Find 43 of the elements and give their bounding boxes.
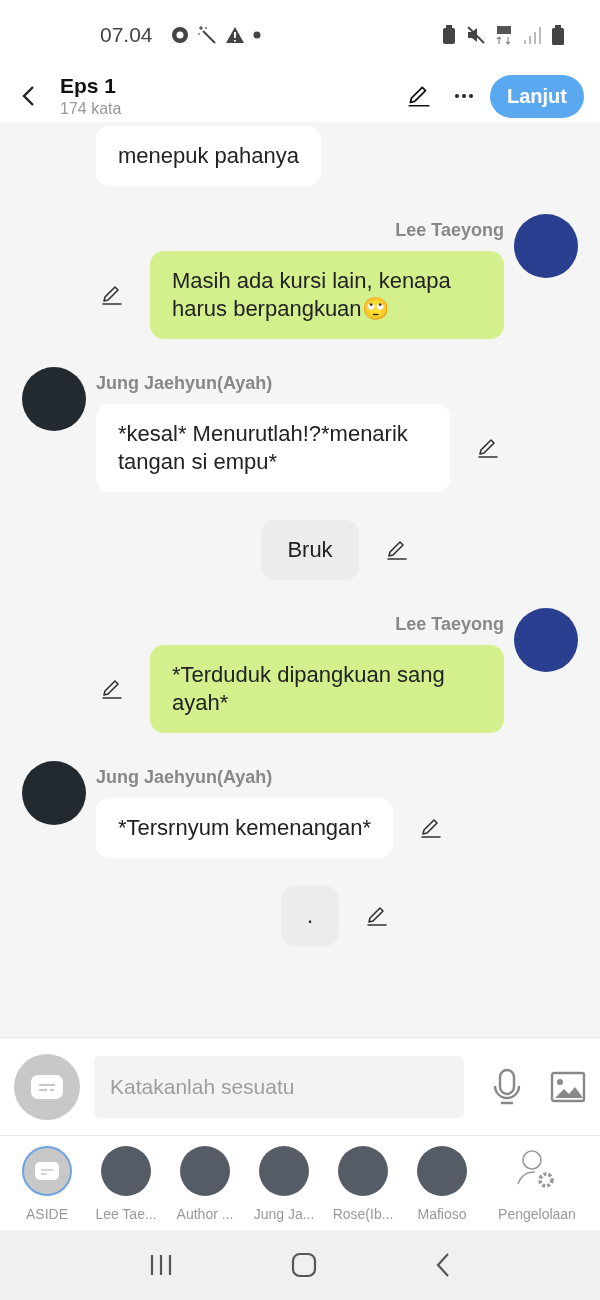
message-bubble: Masih ada kursi lain, kenapa harus berpangkuan🙄 xyxy=(150,251,504,339)
microphone-icon[interactable] xyxy=(492,1067,522,1106)
message-bubble: menepuk pahanya xyxy=(96,126,322,186)
message-input-field[interactable]: Katakanlah sesuatu xyxy=(94,1055,464,1118)
character-item[interactable]: Lee Tae... xyxy=(87,1146,165,1230)
character-item[interactable]: Pengelolaan xyxy=(482,1146,592,1230)
character-item[interactable]: ASIDE xyxy=(8,1146,86,1230)
character-item[interactable]: Mafioso xyxy=(403,1146,481,1230)
character-name: Lee Taeyong xyxy=(395,614,504,635)
word-count: 174 kata xyxy=(60,100,123,118)
character-item[interactable]: Jung Ja... xyxy=(245,1146,323,1230)
status-time: 07.04 xyxy=(100,23,153,47)
image-icon[interactable] xyxy=(550,1070,586,1103)
pencil-icon[interactable] xyxy=(100,283,124,307)
battery-icon xyxy=(552,25,564,45)
message-bubble: *Terduduk dipangkuan sang ayah* xyxy=(150,645,504,733)
pencil-icon[interactable] xyxy=(406,83,432,109)
episode-title: Eps 1 xyxy=(60,74,118,98)
pencil-icon[interactable] xyxy=(100,677,124,701)
mute-icon xyxy=(466,25,486,45)
character-name: Jung Jaehyun(Ayah) xyxy=(96,767,274,788)
character-name: Lee Taeyong xyxy=(395,220,504,241)
back-icon[interactable] xyxy=(435,1252,451,1278)
magic-wand-icon xyxy=(196,25,217,45)
pencil-icon[interactable] xyxy=(419,816,444,840)
pencil-icon[interactable] xyxy=(384,538,409,562)
narration-bubble: Bruk xyxy=(261,520,359,580)
character-item[interactable]: Rose(Ib... xyxy=(324,1146,402,1230)
message-bubble: *kesal* Menurutlah!?*menarik tangan si empu* xyxy=(96,404,450,492)
signal-icon xyxy=(522,25,542,45)
character-item[interactable]: Author ... xyxy=(166,1146,244,1230)
pencil-icon[interactable] xyxy=(365,904,390,928)
character-name: Jung Jaehyun(Ayah) xyxy=(96,373,274,394)
pencil-icon[interactable] xyxy=(476,436,500,460)
message-bubble: *Tersrnyum kemenangan* xyxy=(96,798,394,858)
narration-bubble: . xyxy=(280,886,340,946)
home-icon[interactable] xyxy=(291,1252,317,1278)
recent-apps-icon[interactable] xyxy=(149,1254,173,1276)
next-button[interactable]: Lanjut xyxy=(490,74,584,118)
warning-icon xyxy=(224,26,245,44)
more-icon[interactable] xyxy=(454,93,474,99)
note-icon xyxy=(31,1074,63,1099)
dot-icon xyxy=(252,31,261,39)
